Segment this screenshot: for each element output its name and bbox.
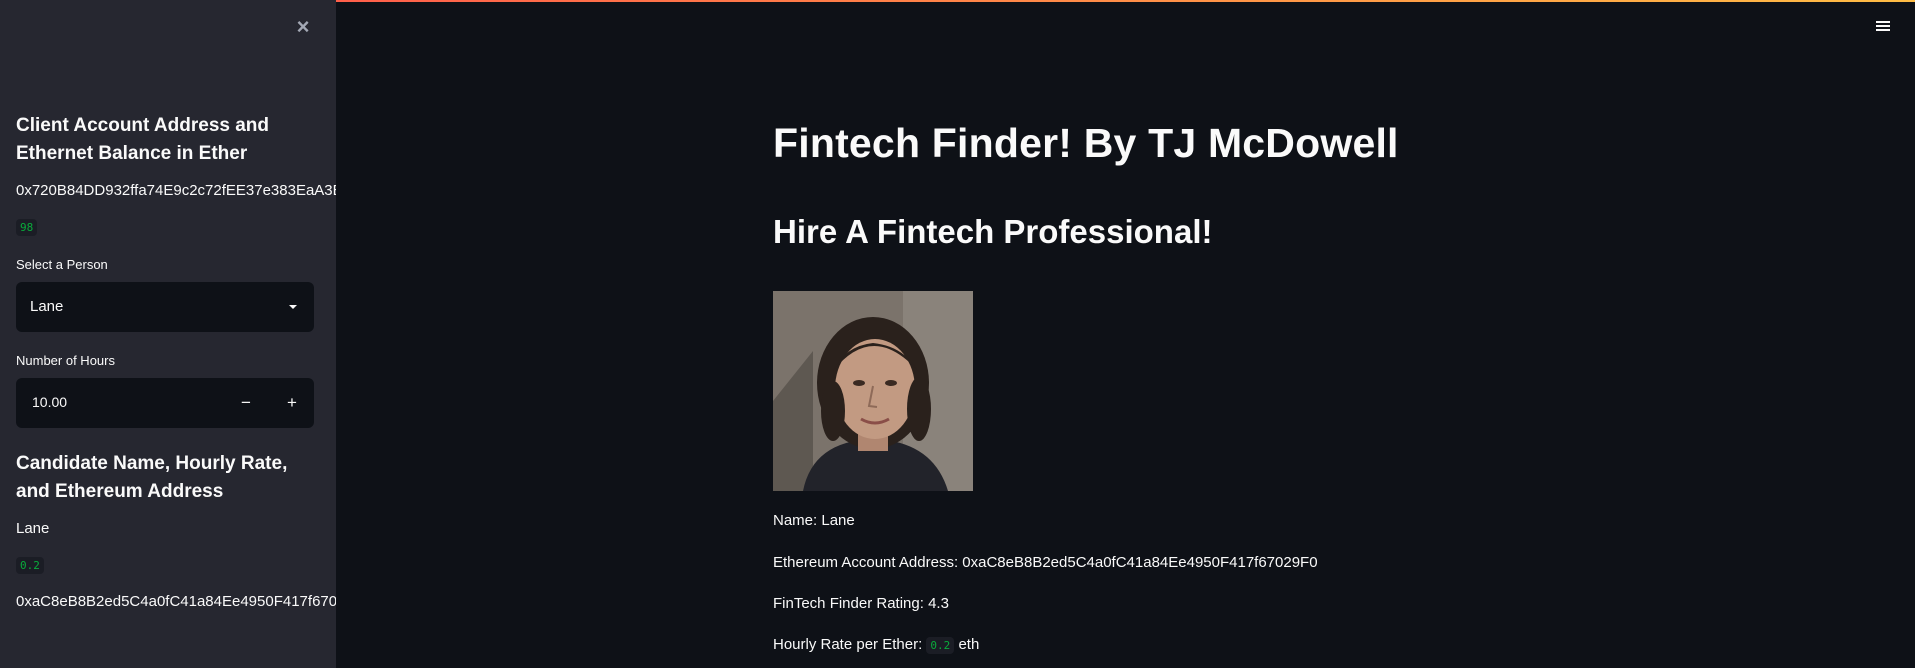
account-heading: Client Account Address and Ethernet Bala… <box>16 115 270 164</box>
candidate-address: 0xaC8eB8B2ed5C4a0fC41a84Ee4950F417f67029… <box>16 593 336 610</box>
rate-prefix: Hourly Rate per Ether: <box>773 636 923 653</box>
name-line: Name: Lane <box>773 512 855 529</box>
chevron-down-icon <box>289 305 297 309</box>
account-address: 0x720B84DD932ffa74E9c2c72fEE37e383EaA3E1 <box>16 182 336 199</box>
page-subtitle: Hire A Fintech Professional! <box>773 213 1213 250</box>
close-icon[interactable]: × <box>291 15 315 39</box>
hamburger-menu-icon[interactable] <box>1874 19 1892 33</box>
select-person-dropdown[interactable]: Lane <box>16 282 314 332</box>
rate-value: 0.2 <box>926 637 955 654</box>
hourly-rate-line: Hourly Rate per Ether: 0.2 eth <box>773 636 979 654</box>
balance-value: 98 <box>16 219 38 236</box>
candidate-name: Lane <box>16 520 50 537</box>
rate-suffix: eth <box>958 636 980 653</box>
increment-button[interactable]: + <box>276 388 308 418</box>
page-title: Fintech Finder! By TJ McDowell <box>773 120 1399 166</box>
select-person-label: Select a Person <box>16 257 108 272</box>
candidate-heading: Candidate Name, Hourly Rate, and Ethereu… <box>16 453 288 502</box>
candidate-rate: 0.2 <box>16 557 44 574</box>
sidebar-content: Client Account Address and Ethernet Bala… <box>16 112 336 610</box>
candidate-photo <box>773 291 973 491</box>
sidebar: × Client Account Address and Ethernet Ba… <box>0 0 336 668</box>
decrement-button[interactable]: − <box>230 388 262 418</box>
hours-number-input[interactable]: 10.00 − + <box>16 378 314 428</box>
hours-label: Number of Hours <box>16 353 115 368</box>
rating-line: FinTech Finder Rating: 4.3 <box>773 595 949 612</box>
portrait-image <box>773 291 973 491</box>
select-person-value: Lane <box>30 298 64 315</box>
hours-value[interactable]: 10.00 <box>32 394 67 410</box>
address-line: Ethereum Account Address: 0xaC8eB8B2ed5C… <box>773 554 1318 571</box>
